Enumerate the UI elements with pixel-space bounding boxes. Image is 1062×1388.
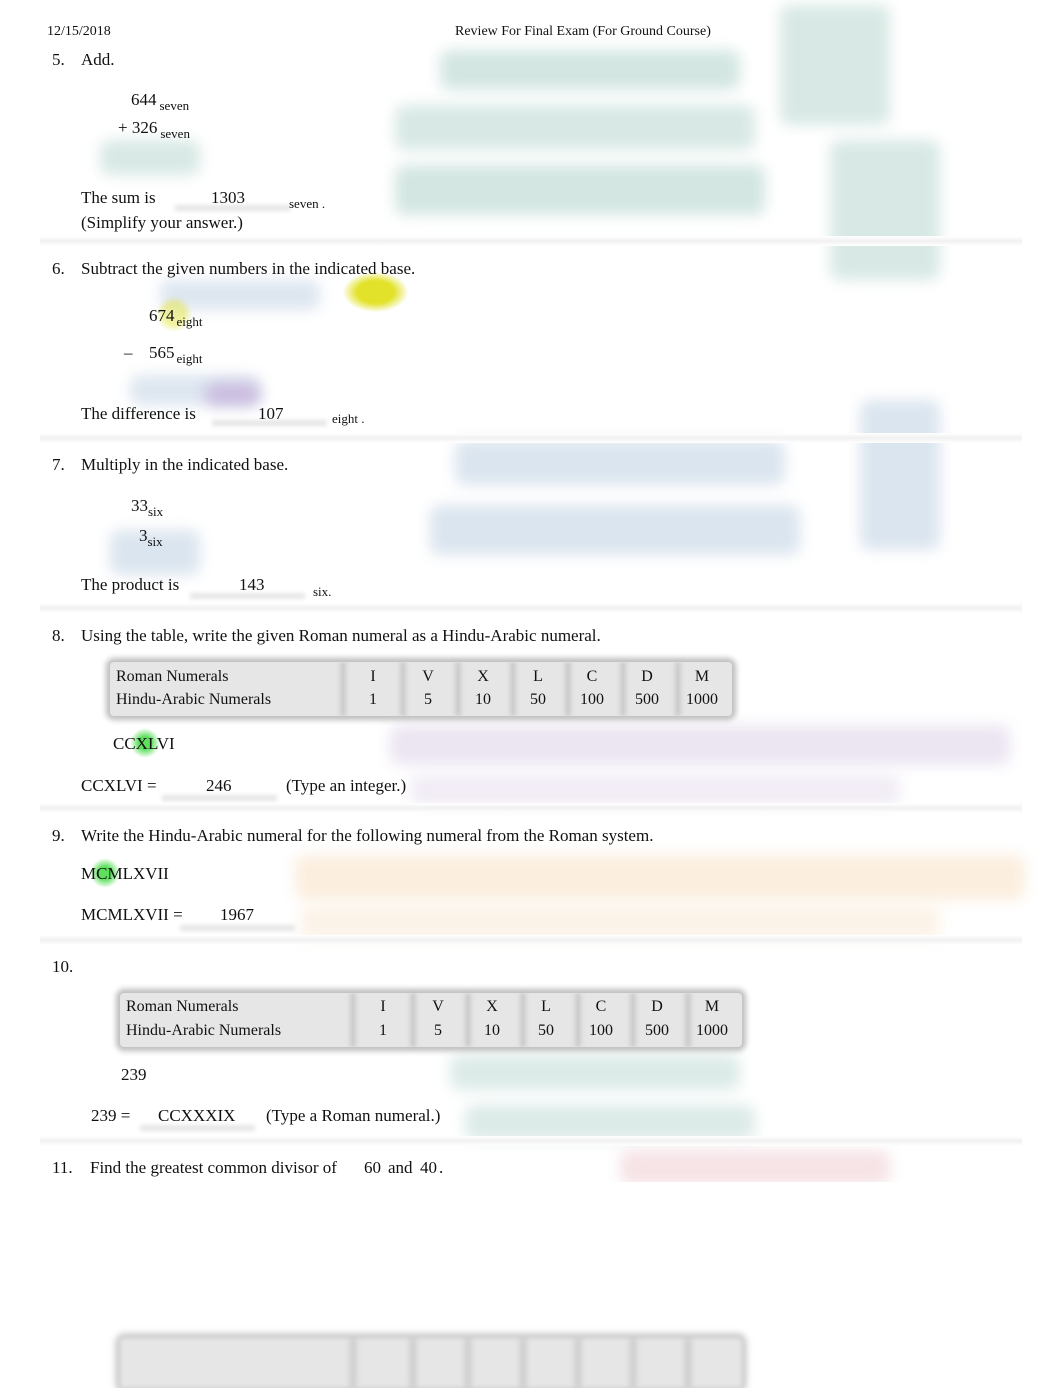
problem-9-given: MCMLXVII [81, 864, 169, 883]
table-cell: 100 [589, 1022, 613, 1039]
table-cell: 10 [475, 691, 491, 708]
table-cell: D [641, 668, 653, 685]
roman-numeral-table-partial [120, 1338, 742, 1388]
problem-7-factor-2: 3six [139, 526, 163, 549]
problem-11-suffix: . [439, 1158, 444, 1177]
table-cell: C [595, 998, 607, 1015]
table-cell: V [422, 668, 434, 685]
problem-6-operator: – [124, 343, 133, 362]
table-cell: C [586, 668, 598, 685]
table-cell: 1000 [686, 691, 718, 708]
print-date: 12/15/2018 [47, 24, 111, 39]
problem-7-answer-base: six. [313, 584, 332, 599]
problem-5-answer-field[interactable]: 1303 [211, 188, 245, 208]
problem-11-value-a: 60 [364, 1158, 381, 1177]
table-cell: 100 [580, 691, 604, 708]
problem-8-hint: (Type an integer.) [286, 776, 407, 795]
table-cell: 1 [369, 691, 377, 708]
table-cell: L [533, 668, 543, 685]
problem-6-number: 6. [52, 259, 65, 278]
table-cell: 1000 [696, 1022, 728, 1039]
problem-7-answer-field[interactable]: 143 [239, 575, 265, 595]
table-cell: 5 [434, 1022, 442, 1039]
problem-10-hint: (Type a Roman numeral.) [266, 1106, 441, 1125]
table-row-label: Roman Numerals [126, 998, 239, 1015]
problem-6-prompt: Subtract the given numbers in the indica… [81, 259, 416, 278]
table-cell: D [651, 998, 663, 1015]
divider [40, 236, 1022, 246]
problem-6-minuend: 674 eight [149, 306, 203, 329]
table-cell: 500 [645, 1022, 669, 1039]
problem-7-prompt: Multiply in the indicated base. [81, 455, 289, 474]
problem-11-prompt: Find the greatest common divisor of [90, 1158, 337, 1177]
table-row-label: Hindu-Arabic Numerals [116, 691, 272, 708]
problem-6-answer-prefix: The difference is [81, 404, 196, 423]
divider [40, 803, 1022, 813]
table-row-label: Roman Numerals [116, 668, 229, 685]
divider [40, 433, 1022, 443]
problem-6-subtrahend: 565 eight [149, 343, 203, 366]
table-cell: 5 [424, 691, 432, 708]
problem-11-value-b: 40 [420, 1158, 437, 1177]
problem-8-given: CCXLVI [113, 734, 175, 753]
problem-8-prompt: Using the table, write the given Roman n… [81, 626, 601, 645]
divider [40, 1136, 1022, 1146]
table-cell: I [380, 998, 386, 1015]
problem-5-answer-prefix: The sum is [81, 188, 156, 207]
problem-7-answer-prefix: The product is [81, 575, 180, 594]
problem-10-answer-field[interactable]: CCXXXIX [158, 1106, 235, 1126]
table-cell: V [432, 998, 444, 1015]
problem-9-number: 9. [52, 826, 65, 845]
roman-numeral-table: Roman Numerals Hindu-Arabic Numerals I V… [120, 993, 742, 1047]
problem-9-answer-prefix: MCMLXVII = [81, 905, 183, 924]
roman-numeral-table: Roman Numerals Hindu-Arabic Numerals I V… [110, 662, 732, 716]
problem-6-answer-field[interactable]: 107 [258, 404, 284, 424]
problem-5-addend-1: 644 seven [131, 90, 190, 113]
problem-9-prompt: Write the Hindu-Arabic numeral for the f… [81, 826, 654, 845]
problem-5-number: 5. [52, 50, 65, 69]
problem-9-answer-field[interactable]: 1967 [220, 905, 254, 925]
problem-11-number: 11. [52, 1158, 73, 1177]
table-row-label: Hindu-Arabic Numerals [126, 1022, 282, 1039]
problem-8-number: 8. [52, 626, 65, 645]
table-cell: I [370, 668, 376, 685]
problem-7-factor-1: 33six [131, 496, 164, 519]
problem-5-hint: (Simplify your answer.) [81, 213, 243, 232]
table-cell: M [704, 998, 720, 1015]
problem-10-number: 10. [52, 957, 74, 976]
document-title: Review For Final Exam (For Ground Course… [455, 24, 711, 39]
problem-5-prompt: Add. [81, 50, 115, 69]
problem-8-answer-field[interactable]: 246 [206, 776, 232, 796]
problem-7-number: 7. [52, 455, 65, 474]
table-cell: 50 [538, 1022, 554, 1039]
divider [40, 935, 1022, 945]
table-cell: 500 [635, 691, 659, 708]
problem-10-given: 239 [121, 1065, 147, 1084]
problem-10-answer-prefix: 239 = [91, 1106, 131, 1125]
divider [40, 603, 1022, 613]
table-cell: 50 [530, 691, 546, 708]
table-cell: M [694, 668, 710, 685]
table-cell: 10 [484, 1022, 500, 1039]
problem-5-addend-2: + 644326seven [118, 118, 190, 141]
table-cell: X [477, 668, 489, 685]
table-cell: X [486, 998, 498, 1015]
problem-11-conjunction: and [388, 1158, 413, 1177]
table-cell: 1 [379, 1022, 387, 1039]
problem-6-answer-base: eight . [332, 411, 365, 426]
table-cell: L [541, 998, 551, 1015]
problem-8-answer-prefix: CCXLVI = [81, 776, 157, 795]
problem-5-answer-base: seven . [289, 196, 326, 211]
